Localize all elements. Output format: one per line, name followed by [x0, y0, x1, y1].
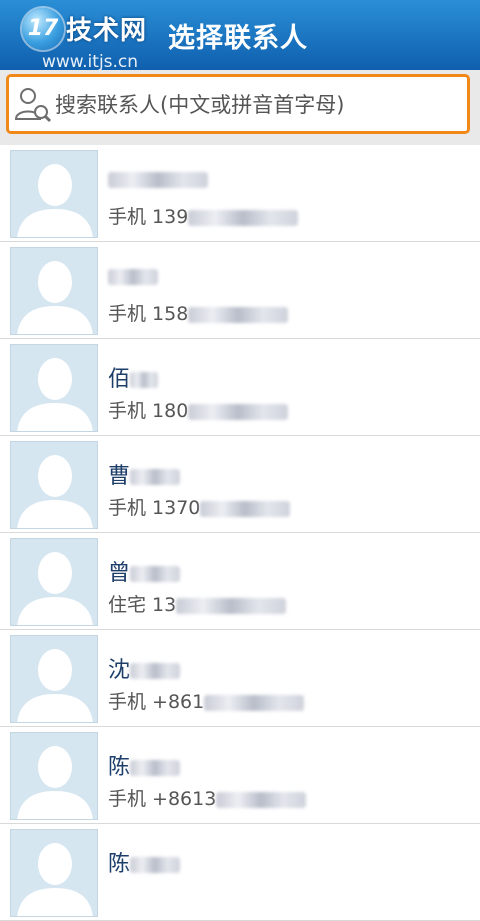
logo-url: www.itjs.cn: [42, 52, 139, 72]
contact-name: 陈: [108, 846, 181, 878]
contact-phone: 手机 +861: [108, 687, 305, 714]
contact-row[interactable]: 手机 139: [0, 145, 480, 242]
contact-name: 沈: [108, 652, 181, 684]
contact-phone: 手机 1370: [108, 493, 291, 520]
avatar: [10, 150, 98, 238]
contact-phone: 手机 +8613: [108, 784, 307, 811]
contact-name: [108, 167, 208, 192]
contact-phone: 手机 158: [108, 299, 289, 326]
contact-row[interactable]: 佰 手机 180: [0, 339, 480, 436]
avatar: [10, 732, 98, 820]
default-avatar-icon: [11, 248, 97, 334]
contact-name: 佰: [108, 361, 159, 393]
avatar: [10, 829, 98, 917]
search-box[interactable]: [6, 74, 470, 134]
contact-search-icon: [14, 88, 52, 123]
avatar: [10, 441, 98, 529]
contact-phone: 住宅 13: [108, 590, 287, 617]
contact-name: 陈: [108, 749, 181, 781]
search-input[interactable]: [55, 85, 460, 125]
logo-badge: 17: [22, 8, 64, 50]
logo-text: 技术网: [66, 16, 148, 46]
title-bar: 17 技术网 www.itjs.cn 选择联系人: [0, 0, 480, 72]
contact-name: [108, 264, 158, 289]
contact-row[interactable]: 手机 158: [0, 242, 480, 339]
default-avatar-icon: [11, 539, 97, 625]
contact-row[interactable]: 曾 住宅 13: [0, 533, 480, 630]
default-avatar-icon: [11, 733, 97, 819]
contact-row[interactable]: 沈 手机 +861: [0, 630, 480, 727]
avatar: [10, 635, 98, 723]
contact-row[interactable]: 曹 手机 1370: [0, 436, 480, 533]
contact-phone: 手机 180: [108, 396, 289, 423]
contact-phone: 手机 139: [108, 202, 299, 229]
default-avatar-icon: [11, 345, 97, 431]
default-avatar-icon: [11, 830, 97, 916]
page-title: 选择联系人: [168, 23, 308, 54]
default-avatar-icon: [11, 442, 97, 528]
avatar: [10, 344, 98, 432]
site-logo: 17 技术网 www.itjs.cn: [22, 8, 162, 72]
default-avatar-icon: [11, 636, 97, 722]
contact-name: 曹: [108, 458, 181, 490]
contact-row[interactable]: 陈: [0, 824, 480, 921]
search-bar: [0, 70, 480, 145]
avatar: [10, 538, 98, 626]
default-avatar-icon: [11, 151, 97, 237]
avatar: [10, 247, 98, 335]
contact-name: 曾: [108, 555, 181, 587]
contact-row[interactable]: 陈 手机 +8613: [0, 727, 480, 824]
contact-list[interactable]: 手机 139 手机 158 佰 手机 180 曹 手机 1370 曾 住宅 13…: [0, 145, 480, 921]
